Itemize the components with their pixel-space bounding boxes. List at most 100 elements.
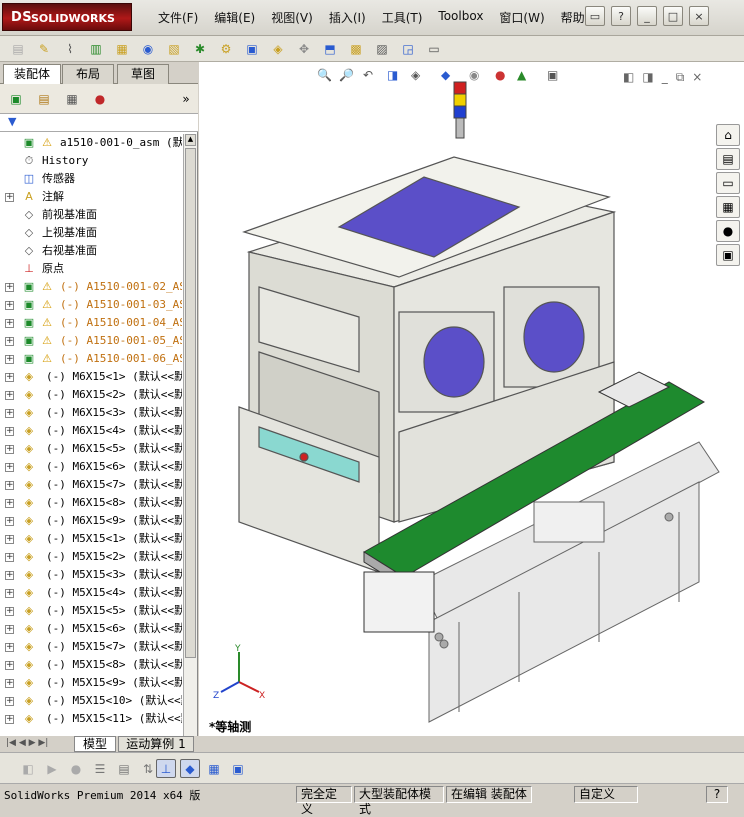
tree-item[interactable]: + ◈ (-) M5X15<3> (默认<<默认 bbox=[0, 566, 182, 584]
expand-icon[interactable]: + bbox=[5, 319, 14, 328]
tab-motion-study[interactable]: 运动算例 1 bbox=[118, 736, 194, 752]
tree-item[interactable]: ⊥ 原点 bbox=[0, 260, 182, 278]
tree-item[interactable]: ◇ 前视基准面 bbox=[0, 206, 182, 224]
bom-icon[interactable]: ⬒ bbox=[320, 39, 340, 58]
tree-item[interactable]: + ◈ (-) M6X15<9> (默认<<默认 bbox=[0, 512, 182, 530]
expand-icon[interactable]: + bbox=[5, 499, 14, 508]
expand-icon[interactable]: + bbox=[5, 463, 14, 472]
tree-item[interactable]: + ◈ (-) M6X15<5> (默认<<默认 bbox=[0, 440, 182, 458]
tree-item[interactable]: + ▣ ⚠ (-) A1510-001-04_ASM bbox=[0, 314, 182, 332]
menu-item-3[interactable]: 插入(I) bbox=[321, 9, 374, 26]
expand-icon[interactable]: + bbox=[5, 193, 14, 202]
expand-icon[interactable]: + bbox=[5, 553, 14, 562]
status-help[interactable]: ? bbox=[706, 786, 728, 803]
tree-item[interactable]: + ◈ (-) M6X15<3> (默认<<默认 bbox=[0, 404, 182, 422]
assembly-feature-icon[interactable]: ▣ bbox=[242, 39, 262, 58]
restore-button[interactable]: □ bbox=[663, 6, 683, 26]
solidworks-logo[interactable]: DS SOLIDWORKS bbox=[2, 3, 132, 31]
insert-icon[interactable]: ▦ bbox=[112, 39, 132, 58]
tree-item[interactable]: + ◈ (-) M5X15<11> (默认<<默 bbox=[0, 710, 182, 728]
view-palette-icon[interactable]: ▦ bbox=[716, 196, 740, 218]
record-icon[interactable]: ● bbox=[66, 759, 86, 778]
calc-icon[interactable]: ◧ bbox=[18, 759, 38, 778]
tab-assembly[interactable]: 装配体 bbox=[3, 64, 61, 85]
tree-item[interactable]: + ◈ (-) M5X15<4> (默认<<默认 bbox=[0, 584, 182, 602]
tree-item[interactable]: + ◈ (-) M6X15<2> (默认<<默认 bbox=[0, 386, 182, 404]
list-icon[interactable]: ☰ bbox=[90, 759, 110, 778]
tab-nav-arrows[interactable]: |◀ ◀ ▶ ▶| bbox=[6, 738, 48, 748]
tree-item[interactable]: + ◈ (-) M5X15<1> (默认<<默认 bbox=[0, 530, 182, 548]
solidworks-resources-icon[interactable]: ⌂ bbox=[716, 124, 740, 146]
minimize-button[interactable]: _ bbox=[637, 6, 657, 26]
expand-icon[interactable]: + bbox=[5, 607, 14, 616]
expand-icon[interactable]: + bbox=[5, 283, 14, 292]
tree-item[interactable]: + ◈ (-) M5X15<7> (默认<<默认 bbox=[0, 638, 182, 656]
expand-icon[interactable]: + bbox=[5, 373, 14, 382]
table-icon[interactable]: ▦ bbox=[204, 759, 224, 778]
tab-model[interactable]: 模型 bbox=[74, 736, 116, 752]
expand-icon[interactable]: + bbox=[5, 391, 14, 400]
tree-item[interactable]: + ▣ ⚠ (-) A1510-001-03_ASM bbox=[0, 296, 182, 314]
scroll-thumb[interactable] bbox=[185, 148, 196, 658]
triad-icon[interactable]: ⊥ bbox=[156, 759, 176, 778]
design-library-icon[interactable]: ▤ bbox=[716, 148, 740, 170]
expand-icon[interactable]: + bbox=[5, 643, 14, 652]
tab-layout[interactable]: 布局 bbox=[62, 64, 114, 84]
pattern-icon[interactable]: ▧ bbox=[164, 39, 184, 58]
view-icon[interactable]: ▭ bbox=[424, 39, 444, 58]
menu-item-0[interactable]: 文件(F) bbox=[150, 9, 206, 26]
appearance-manager-icon[interactable]: ● bbox=[90, 89, 110, 108]
tree-item[interactable]: + ▣ ⚠ (-) A1510-001-05_ASM bbox=[0, 332, 182, 350]
appearances-icon[interactable]: ● bbox=[716, 220, 740, 242]
expand-icon[interactable]: + bbox=[5, 535, 14, 544]
expand-icon[interactable]: + bbox=[5, 481, 14, 490]
tree-item[interactable]: + ◈ (-) M5X15<6> (默认<<默认 bbox=[0, 620, 182, 638]
new-part-icon[interactable]: ▤ bbox=[8, 39, 28, 58]
tree-item[interactable]: ◇ 上视基准面 bbox=[0, 224, 182, 242]
save-icon[interactable]: ▣ bbox=[228, 759, 248, 778]
smart-fastener-icon[interactable]: ⚙ bbox=[216, 39, 236, 58]
file-explorer-icon[interactable]: ▭ bbox=[716, 172, 740, 194]
component-icon[interactable]: ▥ bbox=[86, 39, 106, 58]
play-icon[interactable]: ▶ bbox=[42, 759, 62, 778]
tree-item[interactable]: ⏱ History bbox=[0, 152, 182, 170]
expand-panel-icon[interactable]: » bbox=[176, 89, 196, 108]
tree-item[interactable]: + ▣ ⚠ (-) A1510-001-02_ASM bbox=[0, 278, 182, 296]
configuration-manager-icon[interactable]: ▦ bbox=[62, 89, 82, 108]
expand-icon[interactable]: + bbox=[5, 571, 14, 580]
tree-item[interactable]: + ◈ (-) M6X15<1> (默认<<默认 bbox=[0, 368, 182, 386]
tree-item[interactable]: + ◈ (-) M6X15<6> (默认<<默认 bbox=[0, 458, 182, 476]
expand-icon[interactable]: + bbox=[5, 337, 14, 346]
menu-item-4[interactable]: 工具(T) bbox=[374, 9, 431, 26]
tree-item[interactable]: ▣ ⚠ a1510-001-0_asm (默认<默 bbox=[0, 134, 182, 152]
tree-item[interactable]: + ◈ (-) M5X15<10> (默认<<默 bbox=[0, 692, 182, 710]
tree-item[interactable]: + ◈ (-) M6X15<7> (默认<<默认 bbox=[0, 476, 182, 494]
key-icon[interactable]: ⇅ bbox=[138, 759, 158, 778]
tree-item[interactable]: + ◈ (-) M6X15<4> (默认<<默认 bbox=[0, 422, 182, 440]
menu-item-2[interactable]: 视图(V) bbox=[263, 9, 321, 26]
expand-icon[interactable]: + bbox=[5, 715, 14, 724]
expand-icon[interactable]: + bbox=[5, 625, 14, 634]
open-icon[interactable]: ✎ bbox=[34, 39, 54, 58]
tree-item[interactable]: + A 注解 bbox=[0, 188, 182, 206]
tree-item[interactable]: + ◈ (-) M6X15<8> (默认<<默认 bbox=[0, 494, 182, 512]
cube-icon[interactable]: ◆ bbox=[180, 759, 200, 778]
move-icon[interactable]: ✱ bbox=[190, 39, 210, 58]
tree-item[interactable]: + ▣ ⚠ (-) A1510-001-06_ASM bbox=[0, 350, 182, 368]
expand-icon[interactable]: + bbox=[5, 409, 14, 418]
sketch-icon[interactable]: ▨ bbox=[372, 39, 392, 58]
expand-icon[interactable]: + bbox=[5, 661, 14, 670]
tree-item[interactable]: ◫ 传感器 bbox=[0, 170, 182, 188]
featuremanager-icon[interactable]: ▣ bbox=[6, 89, 26, 108]
menu-item-6[interactable]: 窗口(W) bbox=[491, 9, 552, 26]
expand-icon[interactable]: + bbox=[5, 697, 14, 706]
expand-icon[interactable]: + bbox=[5, 517, 14, 526]
expand-icon[interactable]: + bbox=[5, 679, 14, 688]
new-motion-icon[interactable]: ✥ bbox=[294, 39, 314, 58]
tree-item[interactable]: + ◈ (-) M5X15<5> (默认<<默认 bbox=[0, 602, 182, 620]
menu-item-1[interactable]: 编辑(E) bbox=[206, 9, 263, 26]
property-manager-icon[interactable]: ▤ bbox=[34, 89, 54, 108]
units-select[interactable]: 自定义 bbox=[574, 786, 638, 803]
explode-icon[interactable]: ▩ bbox=[346, 39, 366, 58]
help-icon[interactable]: ? bbox=[611, 6, 631, 26]
